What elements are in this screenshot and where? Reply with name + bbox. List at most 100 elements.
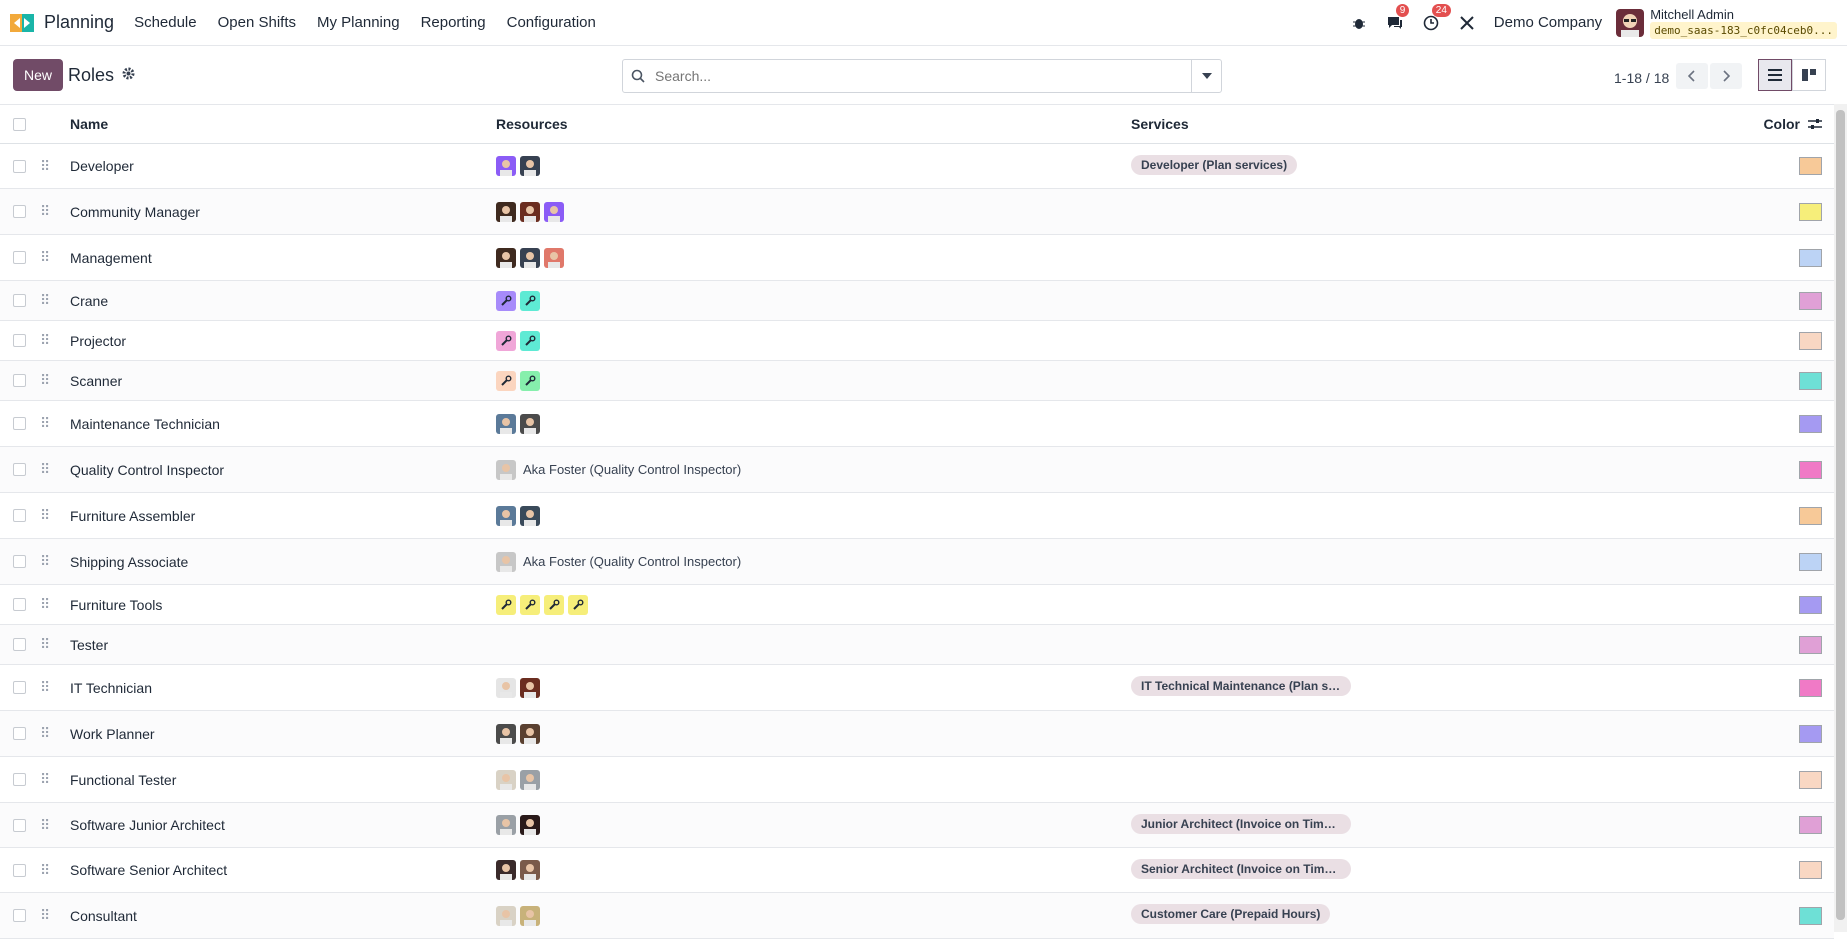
drag-handle-icon[interactable]: ⠿	[40, 203, 70, 220]
table-row[interactable]: ⠿ Software Senior Architect Senior Archite…	[0, 848, 1834, 893]
resource-avatar[interactable]	[544, 201, 564, 222]
drag-handle-icon[interactable]: ⠿	[40, 636, 70, 653]
resource-avatar[interactable]	[520, 413, 540, 434]
wrench-icon[interactable]	[568, 594, 588, 615]
drag-handle-icon[interactable]: ⠿	[40, 725, 70, 742]
resource-avatar[interactable]	[520, 505, 540, 526]
drag-handle-icon[interactable]: ⠿	[40, 158, 70, 175]
role-name[interactable]: Software Junior Architect	[70, 817, 496, 833]
select-all-checkbox[interactable]	[13, 117, 26, 131]
row-checkbox[interactable]	[13, 463, 26, 476]
bug-icon[interactable]	[1348, 12, 1370, 34]
search-input[interactable]	[653, 67, 1191, 85]
column-header-color[interactable]: Color	[1763, 116, 1800, 132]
row-checkbox[interactable]	[13, 374, 26, 387]
row-checkbox[interactable]	[13, 638, 26, 651]
wrench-icon[interactable]	[496, 370, 516, 391]
resource-avatar[interactable]	[520, 247, 540, 268]
role-name[interactable]: Community Manager	[70, 204, 496, 220]
drag-handle-icon[interactable]: ⠿	[40, 679, 70, 696]
row-checkbox[interactable]	[13, 681, 26, 694]
color-swatch[interactable]	[1799, 248, 1822, 267]
role-name[interactable]: IT Technician	[70, 680, 496, 696]
service-tag[interactable]: Junior Architect (Invoice on Times...	[1131, 813, 1351, 834]
role-resources[interactable]	[496, 505, 1131, 526]
search-options-toggle[interactable]	[1191, 60, 1221, 92]
drag-handle-icon[interactable]: ⠿	[40, 292, 70, 309]
row-checkbox[interactable]	[13, 727, 26, 740]
table-row[interactable]: ⠿ IT Technician IT Technical Maintenance (…	[0, 665, 1834, 711]
resource-avatar[interactable]	[520, 201, 540, 222]
user-menu[interactable]: Mitchell Admin demo_saas-183_c0fc04ceb0.…	[1650, 7, 1837, 39]
column-header-name[interactable]: Name	[70, 116, 496, 132]
menu-reporting[interactable]: Reporting	[421, 14, 486, 31]
role-resources[interactable]: Aka Foster (Quality Control Inspector)	[496, 459, 1131, 480]
row-checkbox[interactable]	[13, 773, 26, 786]
table-row[interactable]: ⠿ Maintenance Technician	[0, 401, 1834, 447]
role-resources[interactable]	[496, 370, 1131, 391]
menu-open-shifts[interactable]: Open Shifts	[218, 14, 296, 31]
role-resources[interactable]	[496, 413, 1131, 434]
drag-handle-icon[interactable]: ⠿	[40, 507, 70, 524]
resource-avatar[interactable]	[496, 677, 516, 698]
resource-avatar[interactable]	[496, 201, 516, 222]
drag-handle-icon[interactable]: ⠿	[40, 771, 70, 788]
row-checkbox[interactable]	[13, 909, 26, 922]
drag-handle-icon[interactable]: ⠿	[40, 249, 70, 266]
row-checkbox[interactable]	[13, 598, 26, 611]
vertical-scrollbar[interactable]	[1834, 104, 1847, 932]
resource-avatar[interactable]	[520, 860, 540, 880]
table-row[interactable]: ⠿ Management	[0, 235, 1834, 281]
resource-avatar[interactable]	[520, 815, 540, 835]
role-name[interactable]: Shipping Associate	[70, 554, 496, 570]
color-swatch[interactable]	[1799, 291, 1822, 310]
wrench-icon[interactable]	[520, 370, 540, 391]
drag-handle-icon[interactable]: ⠿	[40, 907, 70, 924]
service-tag[interactable]: Developer (Plan services)	[1131, 154, 1298, 175]
list-view-button[interactable]	[1758, 59, 1792, 91]
color-swatch[interactable]	[1799, 635, 1822, 654]
wrench-icon[interactable]	[520, 594, 540, 615]
role-name[interactable]: Work Planner	[70, 726, 496, 742]
wrench-icon[interactable]	[544, 594, 564, 615]
color-swatch[interactable]	[1799, 770, 1822, 789]
drag-handle-icon[interactable]: ⠿	[40, 862, 70, 879]
role-resources[interactable]	[496, 156, 1131, 176]
resource-avatar[interactable]	[496, 860, 516, 880]
column-header-resources[interactable]: Resources	[496, 116, 1131, 132]
row-checkbox[interactable]	[13, 294, 26, 307]
row-checkbox[interactable]	[13, 555, 26, 568]
color-swatch[interactable]	[1799, 331, 1822, 350]
table-row[interactable]: ⠿ Quality Control Inspector Aka Foster (Qu…	[0, 447, 1834, 493]
resource-avatar[interactable]	[520, 156, 540, 176]
role-resources[interactable]	[496, 594, 1131, 615]
wrench-icon[interactable]	[520, 330, 540, 351]
color-swatch[interactable]	[1799, 724, 1822, 743]
row-checkbox[interactable]	[13, 251, 26, 264]
table-row[interactable]: ⠿ Crane	[0, 281, 1834, 321]
role-name[interactable]: Projector	[70, 333, 496, 349]
resource-avatar[interactable]	[496, 156, 516, 176]
table-row[interactable]: ⠿ Scanner	[0, 361, 1834, 401]
company-switcher[interactable]: Demo Company	[1494, 14, 1602, 31]
resource-avatar[interactable]	[544, 247, 564, 268]
row-checkbox[interactable]	[13, 417, 26, 430]
table-row[interactable]: ⠿ Consultant Customer Care (Prepaid Hours)	[0, 893, 1834, 939]
role-name[interactable]: Quality Control Inspector	[70, 462, 496, 478]
table-row[interactable]: ⠿ Tester	[0, 625, 1834, 665]
role-resources[interactable]: Aka Foster (Quality Control Inspector)	[496, 551, 1131, 572]
role-resources[interactable]	[496, 247, 1131, 268]
role-name[interactable]: Software Senior Architect	[70, 862, 496, 878]
resource-avatar[interactable]	[496, 247, 516, 268]
table-row[interactable]: ⠿ Furniture Assembler	[0, 493, 1834, 539]
wrench-icon[interactable]	[520, 290, 540, 311]
role-name[interactable]: Consultant	[70, 908, 496, 924]
drag-handle-icon[interactable]: ⠿	[40, 372, 70, 389]
color-swatch[interactable]	[1799, 861, 1822, 879]
table-row[interactable]: ⠿ Developer Developer (Plan services)	[0, 144, 1834, 189]
drag-handle-icon[interactable]: ⠿	[40, 817, 70, 834]
role-name[interactable]: Management	[70, 250, 496, 266]
color-swatch[interactable]	[1799, 506, 1822, 525]
table-row[interactable]: ⠿ Work Planner	[0, 711, 1834, 757]
role-resources[interactable]	[496, 769, 1131, 790]
